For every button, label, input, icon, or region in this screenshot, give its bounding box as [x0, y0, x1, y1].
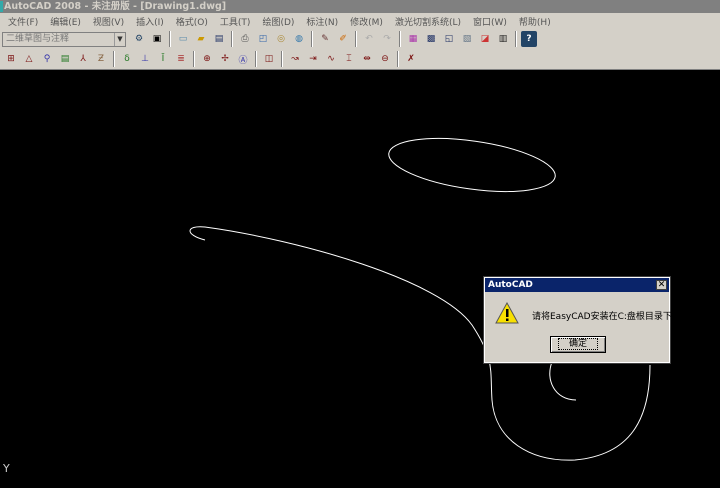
workspace-settings-icon[interactable]: ⚙ [131, 31, 147, 47]
tool-icon-17[interactable]: ∿ [323, 51, 339, 67]
markup-icon[interactable]: ◪ [477, 31, 493, 47]
separator [515, 31, 517, 47]
open-icon[interactable]: ▰ [193, 31, 209, 47]
print-preview-icon[interactable]: ◰ [255, 31, 271, 47]
tool-icon-14[interactable]: ◫ [261, 51, 277, 67]
dialog-title: AutoCAD [488, 280, 533, 290]
menu-file[interactable]: 文件(F) [8, 15, 38, 28]
properties-icon[interactable]: ▦ [405, 31, 421, 47]
tool-icon-1[interactable]: ⊞ [3, 51, 19, 67]
tool-icon-5[interactable]: ⅄ [75, 51, 91, 67]
menu-window[interactable]: 窗口(W) [473, 15, 507, 28]
tool-icon-8[interactable]: ⊥ [137, 51, 153, 67]
separator [193, 51, 195, 67]
calculator-icon[interactable]: ▥ [495, 31, 511, 47]
print-icon[interactable]: ⎙ [237, 31, 253, 47]
ellipse-shape[interactable] [385, 130, 558, 201]
tool-icon-12[interactable]: ✢ [217, 51, 233, 67]
separator [281, 51, 283, 67]
menu-edit[interactable]: 编辑(E) [50, 15, 81, 28]
separator [255, 51, 257, 67]
menu-modify[interactable]: 修改(M) [350, 15, 383, 28]
ucs-y-label: Y [3, 462, 10, 475]
tool-icon-7[interactable]: δ [119, 51, 135, 67]
menu-dimension[interactable]: 标注(N) [306, 15, 338, 28]
tool-icon-6[interactable]: Ƶ [93, 51, 109, 67]
tool-icon-2[interactable]: △ [21, 51, 37, 67]
chevron-down-icon[interactable]: ▼ [114, 32, 125, 46]
menu-insert[interactable]: 插入(I) [136, 15, 164, 28]
menu-tools[interactable]: 工具(T) [220, 15, 251, 28]
clean-screen-icon[interactable]: ▣ [149, 31, 165, 47]
standard-toolbar: 二维草图与注释 ▼ ⚙ ▣ ▭ ▰ ▤ ⎙ ◰ ◎ ◍ ✎ ✐ ↶ ↷ ▦ ▩ ◱… [0, 29, 720, 49]
match-properties-icon[interactable]: ✐ [335, 31, 351, 47]
window-title: AutoCAD 2008 - 未注册版 - [Drawing1.dwg] [4, 1, 227, 12]
menu-view[interactable]: 视图(V) [93, 15, 124, 28]
alert-dialog: AutoCAD ✕ 请将EasyCAD安装在C:盘根目录下! 确定 [483, 276, 676, 364]
tool-icon-16[interactable]: ⇥ [305, 51, 321, 67]
cut-icon[interactable]: ✎ [317, 31, 333, 47]
redo-icon[interactable]: ↷ [379, 31, 395, 47]
tool-icon-18[interactable]: ⌶ [341, 51, 357, 67]
separator [113, 51, 115, 67]
tool-icon-9[interactable]: Ī [155, 51, 171, 67]
ok-button[interactable]: 确定 [550, 336, 606, 353]
sheet-set-icon[interactable]: ▧ [459, 31, 475, 47]
tool-icon-11[interactable]: ⊕ [199, 51, 215, 67]
separator [311, 31, 313, 47]
warning-icon [495, 302, 519, 324]
tool-icon-10[interactable]: ≣ [173, 51, 189, 67]
workspace-value: 二维草图与注释 [6, 33, 70, 44]
web-icon[interactable]: ◍ [291, 31, 307, 47]
spline-inner[interactable] [549, 361, 577, 401]
tool-icon-21[interactable]: ✗ [403, 51, 419, 67]
design-center-icon[interactable]: ▩ [423, 31, 439, 47]
workspace-select[interactable]: 二维草图与注释 ▼ [2, 31, 126, 47]
undo-icon[interactable]: ↶ [361, 31, 377, 47]
title-bar: AutoCAD 2008 - 未注册版 - [Drawing1.dwg] [0, 0, 720, 13]
close-icon[interactable]: ✕ [656, 280, 667, 290]
tool-palettes-icon[interactable]: ◱ [441, 31, 457, 47]
tool-icon-13[interactable]: Ⓐ [235, 51, 251, 67]
menu-laser[interactable]: 激光切割系统(L) [395, 15, 461, 28]
publish-icon[interactable]: ◎ [273, 31, 289, 47]
tool-icon-20[interactable]: ⊖ [377, 51, 393, 67]
separator [399, 31, 401, 47]
save-icon[interactable]: ▤ [211, 31, 227, 47]
menu-help[interactable]: 帮助(H) [519, 15, 551, 28]
tool-icon-4[interactable]: ▤ [57, 51, 73, 67]
separator [231, 31, 233, 47]
dialog-title-bar: AutoCAD ✕ [485, 278, 669, 292]
new-icon[interactable]: ▭ [175, 31, 191, 47]
app-icon [0, 1, 3, 12]
tool-icon-19[interactable]: ⇹ [359, 51, 375, 67]
ok-label: 确定 [557, 338, 598, 350]
tool-icon-3[interactable]: ⚲ [39, 51, 55, 67]
laser-toolbar: ⊞ △ ⚲ ▤ ⅄ Ƶ δ ⊥ Ī ≣ ⊕ ✢ Ⓐ ◫ ↝ ⇥ ∿ ⌶ ⇹ ⊖ … [0, 49, 720, 70]
tool-icon-15[interactable]: ↝ [287, 51, 303, 67]
separator [169, 31, 171, 47]
dialog-message: 请将EasyCAD安装在C:盘根目录下! [532, 312, 676, 322]
menu-bar: 文件(F) 编辑(E) 视图(V) 插入(I) 格式(O) 工具(T) 绘图(D… [0, 13, 720, 29]
menu-draw[interactable]: 绘图(D) [262, 15, 294, 28]
separator [355, 31, 357, 47]
separator [397, 51, 399, 67]
help-icon[interactable]: ? [521, 31, 537, 47]
menu-format[interactable]: 格式(O) [176, 15, 208, 28]
